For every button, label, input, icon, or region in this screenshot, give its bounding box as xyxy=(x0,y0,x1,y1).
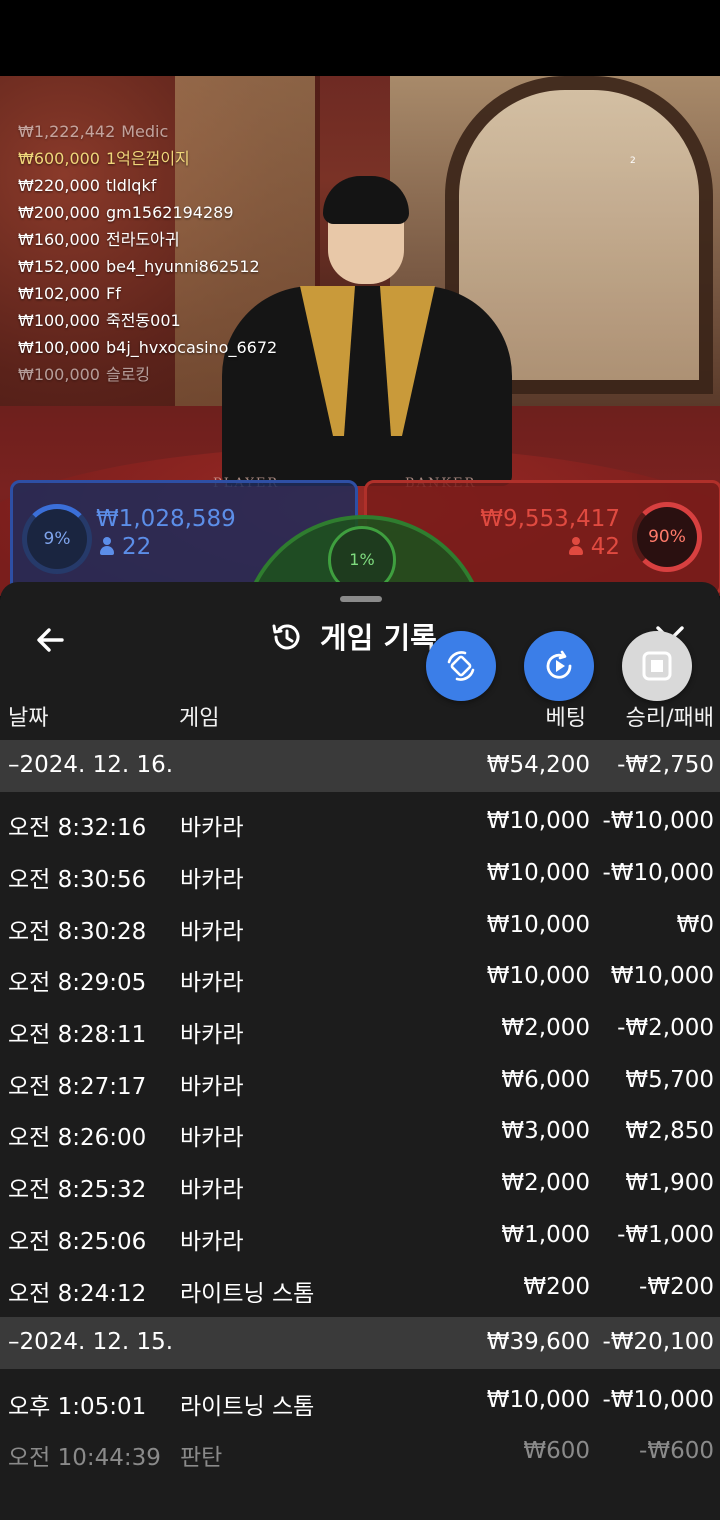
stop-button[interactable] xyxy=(622,631,692,701)
status-bar xyxy=(0,0,720,76)
chat-row: ₩100,000 죽전동001 xyxy=(18,311,181,330)
chat-row: ₩200,000 gm1562194289 xyxy=(18,203,234,222)
history-row[interactable]: 오전 8:27:17 바카라 ₩6,000 ₩5,700 xyxy=(0,1055,720,1107)
person-icon xyxy=(568,537,583,555)
column-header-game: 게임 xyxy=(179,706,220,731)
history-row[interactable]: 오전 8:26:00 바카라 ₩3,000 ₩2,850 xyxy=(0,1106,720,1158)
date-group-header[interactable]: –2024. 12. 16. ₩54,200 -₩2,750 xyxy=(0,740,720,792)
rotate-screen-button[interactable] xyxy=(426,631,496,701)
chat-row: ₩600,000 1억은껌이지 xyxy=(18,149,190,168)
chat-row: ₩102,000 Ff xyxy=(18,284,121,303)
chat-row: ₩160,000 전라도아귀 xyxy=(18,230,180,249)
column-header-winloss: 승리/패배 xyxy=(625,706,714,731)
replay-icon xyxy=(546,650,572,679)
player-count: 22 xyxy=(100,534,151,560)
banker-count: 42 xyxy=(568,534,620,560)
chat-row: ₩1,222,442 Medic xyxy=(18,122,169,141)
player-percentage: 9% xyxy=(22,504,92,574)
history-row[interactable]: 오전 8:28:11 바카라 ₩2,000 -₩2,000 xyxy=(0,1003,720,1055)
chat-row: ₩152,000 be4_hyunni862512 xyxy=(18,257,260,276)
person-icon xyxy=(100,537,114,555)
winners-list: ₩1,222,442 Medic ₩600,000 1억은껌이지 ₩220,000 t… xyxy=(18,118,277,388)
date-group-header[interactable]: –2024. 12. 15. ₩39,600 -₩20,100 xyxy=(0,1317,720,1369)
chat-row: ₩100,000 b4j_hvxocasino_6672 xyxy=(18,338,278,357)
history-row[interactable]: 오전 10:44:39 판탄 ₩600 -₩600 xyxy=(0,1426,720,1478)
stop-icon xyxy=(642,651,672,681)
history-row[interactable]: 오전 8:25:32 바카라 ₩2,000 ₩1,900 xyxy=(0,1158,720,1210)
tiny-label: 2 xyxy=(630,156,636,166)
sheet-drag-handle[interactable] xyxy=(340,596,382,602)
column-header-bet: 베팅 xyxy=(545,706,586,731)
banker-percentage: 90% xyxy=(632,502,702,572)
arrow-left-icon[interactable] xyxy=(32,620,72,660)
history-row[interactable]: 오전 8:25:06 바카라 ₩1,000 -₩1,000 xyxy=(0,1210,720,1262)
history-icon xyxy=(270,621,302,653)
replay-button[interactable] xyxy=(524,631,594,701)
history-row[interactable]: 오전 8:30:28 바카라 ₩10,000 ₩0 xyxy=(0,900,720,952)
chat-row: ₩220,000 tldlqkf xyxy=(18,176,157,195)
rotate-screen-icon xyxy=(447,651,475,681)
column-header-date: 날짜 xyxy=(8,706,49,731)
history-row[interactable]: 오전 8:32:16 바카라 ₩10,000 -₩10,000 xyxy=(0,796,720,848)
history-row[interactable]: 오전 8:29:05 바카라 ₩10,000 ₩10,000 xyxy=(0,951,720,1003)
banker-total-amount: ₩9,553,417 xyxy=(480,506,620,532)
page-title: 게임 기록 xyxy=(270,615,437,657)
history-row[interactable]: 오전 8:24:12 라이트닝 스톰 ₩200 -₩200 xyxy=(0,1262,720,1314)
chat-row: ₩100,000 슬로킹 xyxy=(18,365,151,384)
player-total-amount: ₩1,028,589 xyxy=(96,506,236,532)
history-row[interactable]: 오후 1:05:01 라이트닝 스톰 ₩10,000 -₩10,000 xyxy=(0,1375,720,1427)
history-row[interactable]: 오전 8:30:56 바카라 ₩10,000 -₩10,000 xyxy=(0,848,720,900)
